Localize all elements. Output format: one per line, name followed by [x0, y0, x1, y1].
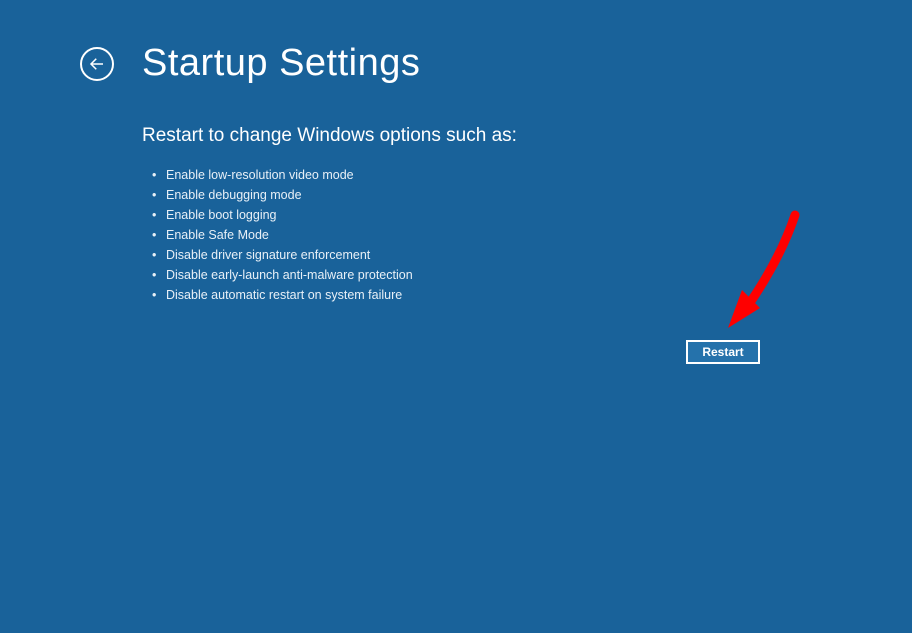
list-item: Disable early-launch anti-malware protec… [156, 265, 912, 285]
subtitle-text: Restart to change Windows options such a… [142, 125, 912, 147]
list-item: Enable Safe Mode [156, 225, 912, 245]
arrow-left-icon [88, 55, 106, 73]
list-item: Disable driver signature enforcement [156, 245, 912, 265]
content-area: Restart to change Windows options such a… [0, 85, 912, 305]
list-item: Disable automatic restart on system fail… [156, 285, 912, 305]
options-list: Enable low-resolution video mode Enable … [142, 165, 912, 305]
page-header: Startup Settings [0, 0, 912, 85]
list-item: Enable debugging mode [156, 185, 912, 205]
page-title: Startup Settings [142, 42, 420, 85]
back-button[interactable] [80, 47, 114, 81]
list-item: Enable boot logging [156, 205, 912, 225]
restart-button[interactable]: Restart [686, 340, 760, 364]
list-item: Enable low-resolution video mode [156, 165, 912, 185]
